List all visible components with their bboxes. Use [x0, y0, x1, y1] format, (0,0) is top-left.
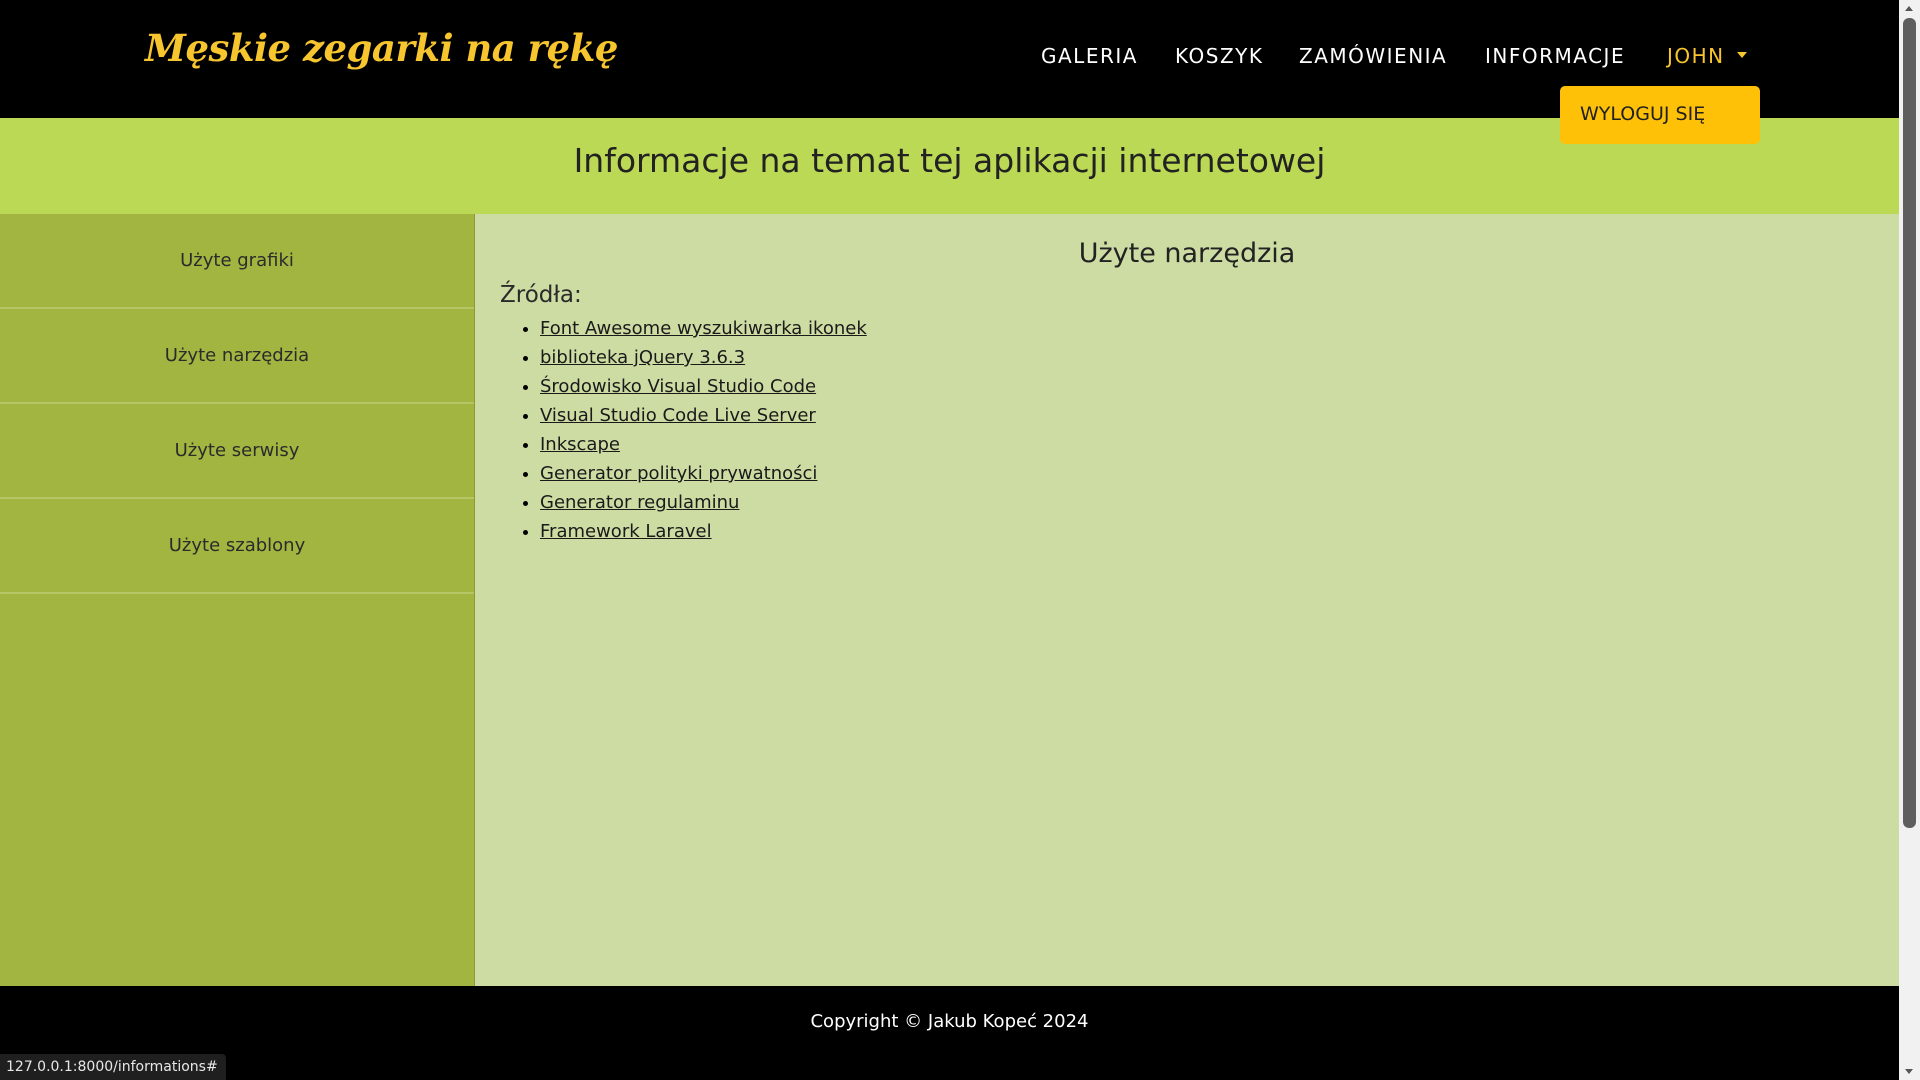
- main-content: Użyte narzędzia Źródła: Font Awesome wys…: [475, 214, 1899, 986]
- caret-down-icon: [1736, 51, 1747, 58]
- vertical-scrollbar[interactable]: [1899, 0, 1920, 1080]
- list-item: Generator regulaminu: [540, 492, 867, 521]
- list-item: Visual Studio Code Live Server: [540, 405, 867, 434]
- user-dropdown-menu: WYLOGUJ SIĘ: [1560, 86, 1760, 144]
- tool-link[interactable]: Generator polityki prywatności: [540, 463, 817, 484]
- scroll-up-icon[interactable]: [1905, 6, 1913, 11]
- sidebar-item-uzyte-szablony[interactable]: Użyte szablony: [0, 499, 474, 594]
- user-name: JOHN: [1667, 44, 1725, 68]
- nav-link-zamowienia[interactable]: ZAMÓWIENIA: [1299, 44, 1447, 68]
- tool-link[interactable]: Visual Studio Code Live Server: [540, 405, 816, 426]
- tool-link[interactable]: Generator regulaminu: [540, 492, 739, 513]
- app-root: Męskie zegarki na rękę GALERIA KOSZYK ZA…: [0, 0, 1920, 1080]
- tool-link[interactable]: Środowisko Visual Studio Code: [540, 376, 816, 397]
- sidebar-item-uzyte-narzedzia[interactable]: Użyte narzędzia: [0, 309, 474, 404]
- scroll-down-icon[interactable]: [1905, 1069, 1913, 1074]
- sidebar-item-uzyte-serwisy[interactable]: Użyte serwisy: [0, 404, 474, 499]
- list-item: Generator polityki prywatności: [540, 463, 867, 492]
- nav-link-galeria[interactable]: GALERIA: [1041, 44, 1138, 68]
- logout-link[interactable]: WYLOGUJ SIĘ: [1580, 103, 1705, 125]
- page-footer: Copyright © Jakub Kopeć 2024: [0, 986, 1899, 1080]
- tool-link[interactable]: Framework Laravel: [540, 521, 712, 542]
- nav-link-koszyk[interactable]: KOSZYK: [1175, 44, 1264, 68]
- list-item: biblioteka jQuery 3.6.3: [540, 347, 867, 376]
- list-item: Środowisko Visual Studio Code: [540, 376, 867, 405]
- sidebar: Użyte grafiki Użyte narzędzia Użyte serw…: [0, 214, 475, 986]
- list-item: Inkscape: [540, 434, 867, 463]
- brand-logo[interactable]: Męskie zegarki na rękę: [145, 26, 618, 70]
- sidebar-item-uzyte-grafiki[interactable]: Użyte grafiki: [0, 214, 474, 309]
- section-title: Użyte narzędzia: [1078, 238, 1296, 269]
- nav-link-informacje[interactable]: INFORMACJE: [1485, 44, 1625, 68]
- tool-link[interactable]: Inkscape: [540, 434, 620, 455]
- list-item: Font Awesome wyszukiwarka ikonek: [540, 318, 867, 347]
- page-title: Informacje na temat tej aplikacji intern…: [573, 141, 1326, 180]
- user-menu-toggle[interactable]: JOHN: [1667, 44, 1747, 68]
- scrollbar-thumb[interactable]: [1903, 18, 1916, 828]
- tool-link[interactable]: biblioteka jQuery 3.6.3: [540, 347, 745, 368]
- copyright-text: Copyright © Jakub Kopeć 2024: [810, 1011, 1089, 1032]
- status-bar-url: 127.0.0.1:8000/informations#: [0, 1054, 226, 1080]
- tools-list: Font Awesome wyszukiwarka ikonek bibliot…: [500, 318, 867, 550]
- tool-link[interactable]: Font Awesome wyszukiwarka ikonek: [540, 318, 867, 339]
- list-item: Framework Laravel: [540, 521, 867, 550]
- sources-label: Źródła:: [500, 282, 582, 308]
